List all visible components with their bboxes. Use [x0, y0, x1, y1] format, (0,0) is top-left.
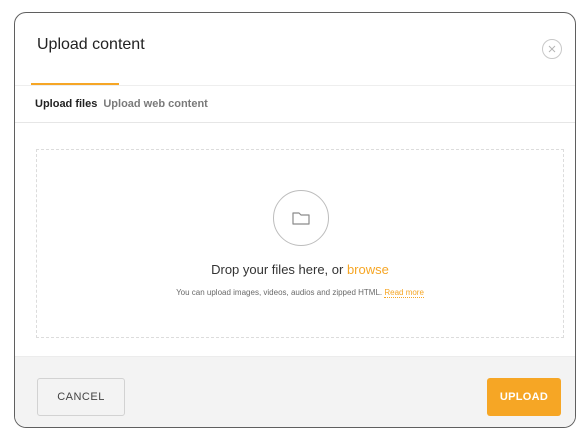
tab-upload-web-content[interactable]: Upload web content	[103, 98, 208, 110]
upload-help: You can upload images, videos, audios an…	[37, 288, 563, 298]
upload-dialog: Upload content Upload files Upload web c…	[14, 12, 576, 428]
dialog-title: Upload content	[37, 36, 145, 53]
drop-text: Drop your files here, or	[211, 262, 347, 277]
close-button[interactable]	[542, 39, 562, 59]
browse-link[interactable]: browse	[347, 262, 389, 277]
close-icon	[548, 45, 556, 53]
file-dropzone[interactable]: Drop your files here, or browse You can …	[36, 149, 564, 338]
help-text: You can upload images, videos, audios an…	[176, 288, 385, 297]
folder-icon	[292, 212, 310, 225]
tab-upload-files[interactable]: Upload files	[35, 98, 97, 110]
dialog-footer: CANCEL UPLOAD	[15, 356, 575, 427]
upload-button[interactable]: UPLOAD	[487, 378, 561, 416]
folder-icon-circle	[273, 190, 329, 246]
tab-bar: Upload files Upload web content	[15, 85, 575, 123]
cancel-button[interactable]: CANCEL	[37, 378, 125, 416]
dialog-header: Upload content	[15, 13, 575, 85]
drop-instructions: Drop your files here, or browse	[37, 262, 563, 277]
read-more-link[interactable]: Read more	[384, 288, 424, 298]
